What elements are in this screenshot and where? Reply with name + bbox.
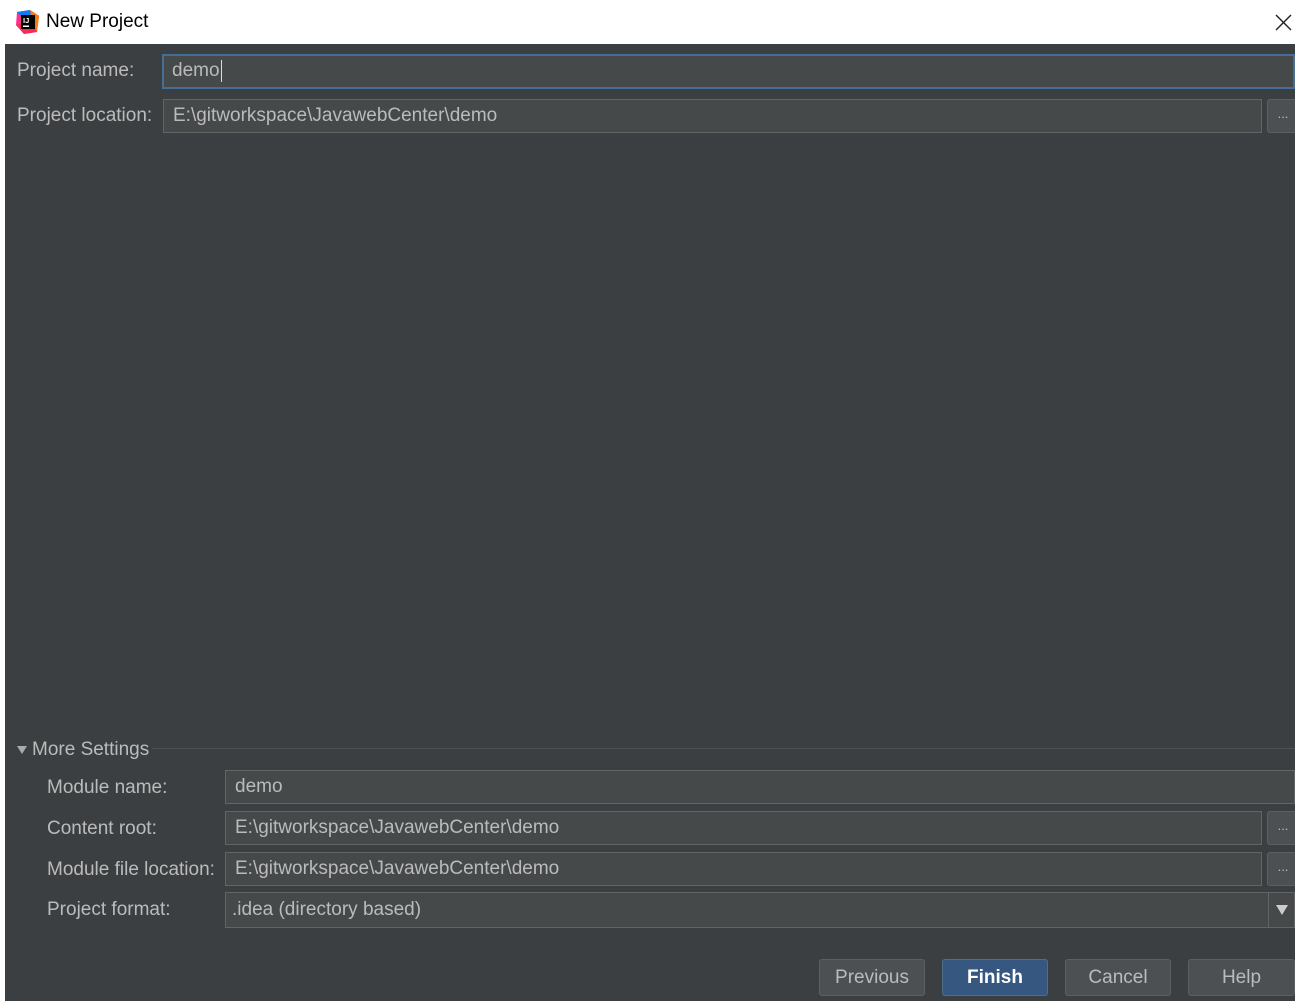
close-icon <box>1275 14 1292 31</box>
more-settings-separator <box>152 748 1295 749</box>
expand-triangle-icon <box>17 746 27 754</box>
module-name-label: Module name: <box>47 777 168 798</box>
content-root-browse-button[interactable]: ... <box>1267 811 1295 845</box>
intellij-idea-icon: IJ <box>16 10 39 34</box>
project-name-label: Project name: <box>17 60 135 81</box>
help-button[interactable]: Help <box>1188 959 1295 996</box>
project-format-value: .idea (directory based) <box>232 899 422 920</box>
cancel-button-label: Cancel <box>1088 967 1148 988</box>
dropdown-arrow-icon <box>1268 893 1294 927</box>
svg-text:IJ: IJ <box>23 16 29 25</box>
content-root-input[interactable]: E:\gitworkspace\JavawebCenter\demo <box>225 811 1262 845</box>
project-format-label: Project format: <box>47 899 171 920</box>
module-name-input[interactable]: demo <box>225 770 1295 804</box>
close-button[interactable] <box>1270 8 1295 36</box>
project-location-label: Project location: <box>17 105 153 126</box>
cancel-button[interactable]: Cancel <box>1065 959 1171 996</box>
project-location-browse-button[interactable]: ... <box>1267 99 1295 133</box>
text-caret <box>220 59 222 82</box>
finish-button[interactable]: Finish <box>942 959 1048 996</box>
previous-button-label: Previous <box>835 967 909 988</box>
module-file-location-input[interactable]: E:\gitworkspace\JavawebCenter\demo <box>225 852 1262 886</box>
more-settings-toggle[interactable]: More Settings <box>17 738 149 762</box>
module-file-location-label: Module file location: <box>47 859 215 880</box>
new-project-dialog: Project name: demo Project location: E:\… <box>5 44 1295 1001</box>
content-root-label: Content root: <box>47 818 157 839</box>
finish-button-label: Finish <box>967 967 1023 988</box>
help-button-label: Help <box>1221 967 1262 988</box>
window-title: New Project <box>46 11 149 32</box>
project-name-input[interactable]: demo <box>162 54 1295 89</box>
project-name-value: demo <box>172 60 220 81</box>
title-bar: IJ New Project <box>0 0 1295 44</box>
previous-button[interactable]: Previous <box>819 959 925 996</box>
project-location-input[interactable]: E:\gitworkspace\JavawebCenter\demo <box>163 99 1262 133</box>
project-format-select[interactable]: .idea (directory based) <box>225 892 1295 928</box>
module-file-location-browse-button[interactable]: ... <box>1267 852 1295 886</box>
more-settings-label: More Settings <box>32 739 150 760</box>
